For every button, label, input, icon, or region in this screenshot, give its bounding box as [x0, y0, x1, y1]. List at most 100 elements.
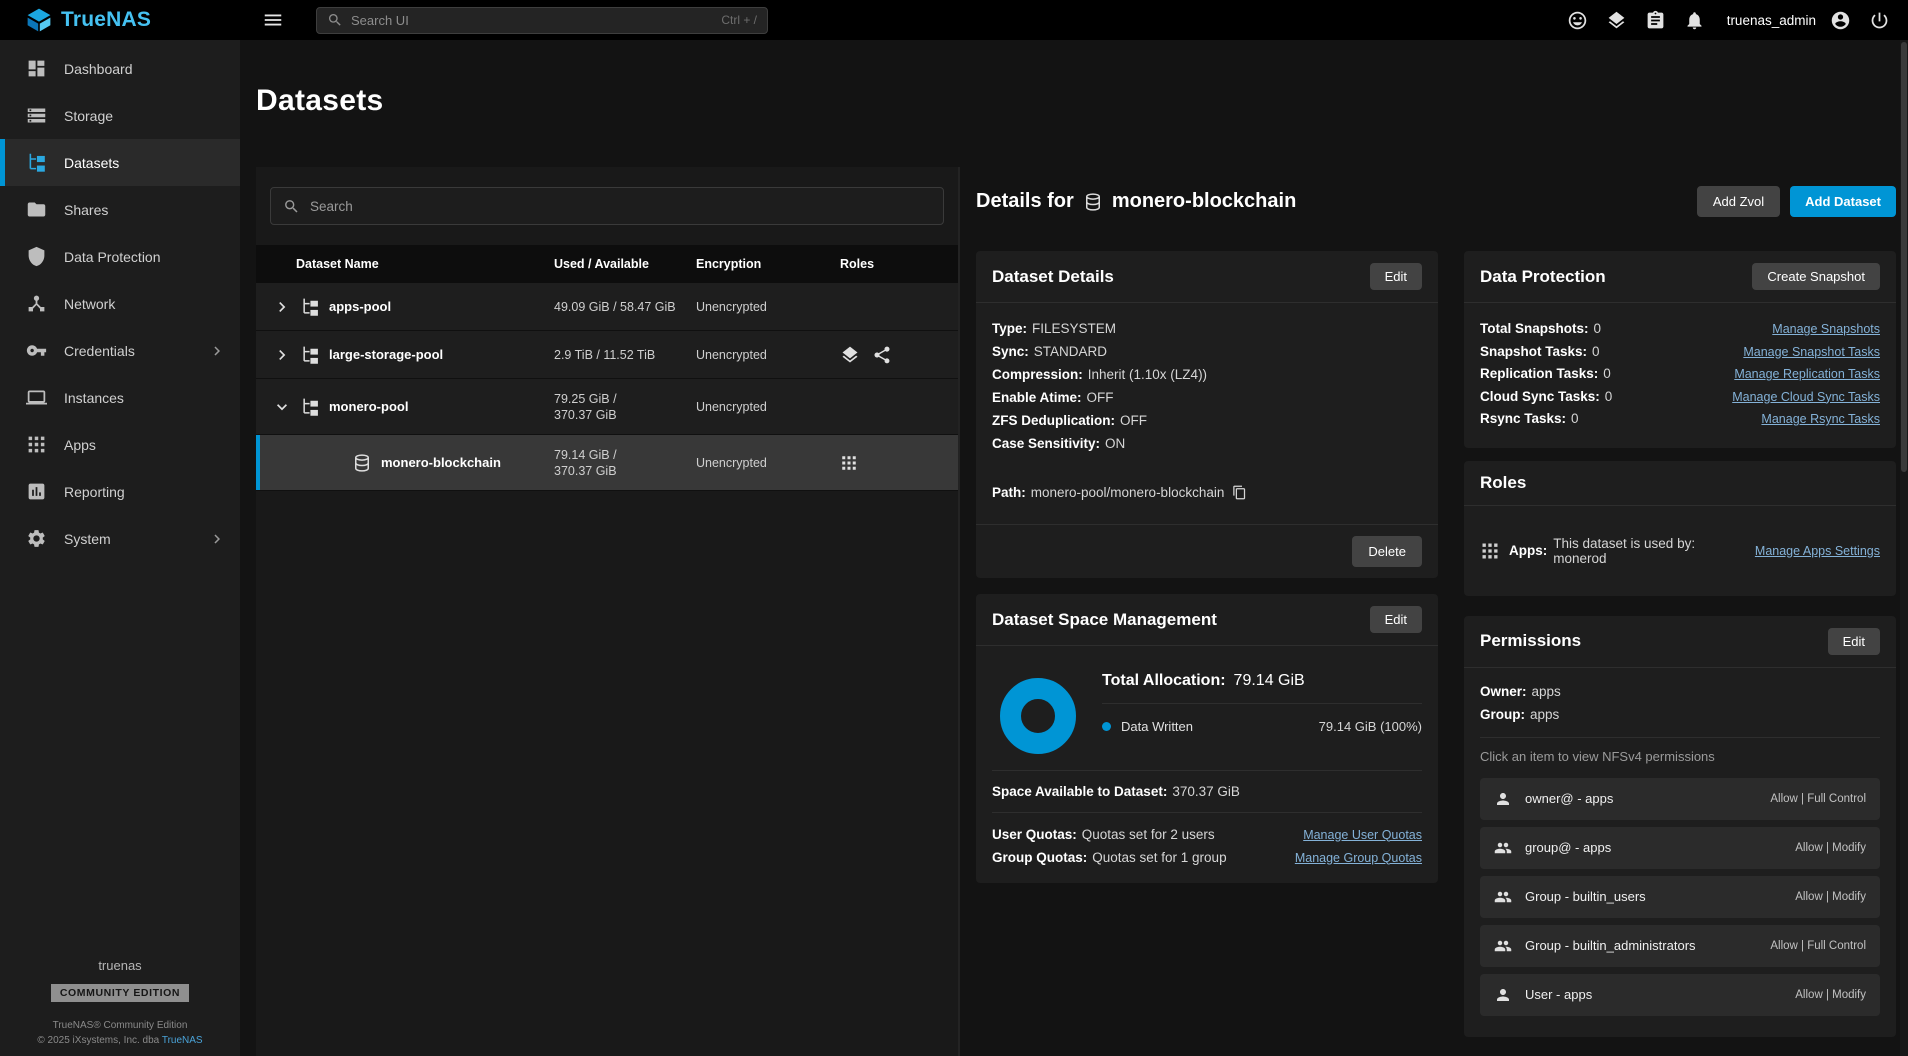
copyright: © 2025 iXsystems, Inc. dba TrueNAS [0, 1033, 240, 1048]
manage-group-quotas-link[interactable]: Manage Group Quotas [1295, 851, 1422, 865]
global-search-input[interactable] [351, 13, 713, 28]
card-title: Data Protection [1480, 267, 1606, 287]
cloud-sync-tasks-row: Cloud Sync Tasks:0Manage Cloud Sync Task… [1480, 386, 1880, 409]
sidebar-item-label: Apps [64, 437, 96, 453]
manage-rsync-tasks-link[interactable]: Manage Rsync Tasks [1761, 408, 1880, 431]
permission-entry-owner[interactable]: owner@ - apps Allow | Full Control [1480, 778, 1880, 820]
tasks-clipboard-icon[interactable] [1639, 4, 1672, 37]
expand-icon[interactable] [270, 343, 294, 367]
global-search[interactable]: Ctrl + / [316, 7, 768, 34]
group-quotas-row: Group Quotas: Quotas set for 1 group Man… [976, 846, 1438, 869]
total-snapshots-row: Total Snapshots:0Manage Snapshots [1480, 318, 1880, 341]
sidebar-item-label: Data Protection [64, 249, 161, 265]
permission-entry-builtin-users[interactable]: Group - builtin_users Allow | Modify [1480, 876, 1880, 918]
permissions-card: Permissions Edit Owner:apps Group:apps C… [1464, 616, 1896, 1037]
jobs-layers-icon[interactable] [1600, 4, 1633, 37]
edit-permissions-button[interactable]: Edit [1828, 628, 1880, 655]
sidebar-item-datasets[interactable]: Datasets [0, 139, 240, 186]
manage-user-quotas-link[interactable]: Manage User Quotas [1303, 828, 1422, 842]
manage-apps-settings-link[interactable]: Manage Apps Settings [1755, 544, 1880, 558]
table-header: Dataset Name Used / Available Encryption… [256, 245, 958, 283]
permission-entry-group[interactable]: group@ - apps Allow | Modify [1480, 827, 1880, 869]
dataset-search[interactable] [270, 187, 944, 225]
sidebar-item-system[interactable]: System [0, 515, 240, 562]
delete-dataset-button[interactable]: Delete [1352, 536, 1422, 567]
sidebar-item-label: Credentials [64, 343, 135, 359]
feedback-icon[interactable] [1561, 4, 1594, 37]
sidebar-item-label: System [64, 531, 111, 547]
search-icon [283, 198, 300, 215]
sidebar-item-network[interactable]: Network [0, 280, 240, 327]
dataset-tree-icon [300, 297, 320, 317]
copy-path-icon[interactable] [1232, 485, 1247, 500]
power-icon[interactable] [1863, 4, 1896, 37]
gear-icon [26, 528, 47, 549]
dataset-tree-icon [300, 345, 320, 365]
sidebar-item-credentials[interactable]: Credentials [0, 327, 240, 374]
layers-icon [840, 345, 860, 365]
dataset-row-monero-pool[interactable]: monero-pool 79.25 GiB / 370.37 GiB Unenc… [256, 379, 958, 435]
hamburger-icon [262, 9, 284, 31]
roles-card: Roles Apps: This dataset is used by: mon… [1464, 461, 1896, 596]
add-zvol-button[interactable]: Add Zvol [1697, 186, 1780, 217]
dashboard-icon [26, 58, 47, 79]
truenas-link[interactable]: TrueNAS [162, 1035, 203, 1046]
expand-icon[interactable] [270, 295, 294, 319]
encryption-state: Unencrypted [696, 400, 840, 414]
sidebar-item-instances[interactable]: Instances [0, 374, 240, 421]
collapse-icon[interactable] [270, 395, 294, 419]
user-quotas-row: User Quotas: Quotas set for 2 users Mana… [976, 823, 1438, 846]
permission-entry-builtin-administrators[interactable]: Group - builtin_administrators Allow | F… [1480, 925, 1880, 967]
menu-toggle-button[interactable] [256, 3, 290, 37]
panel-splitter[interactable] [958, 167, 960, 1056]
manage-cloud-sync-tasks-link[interactable]: Manage Cloud Sync Tasks [1732, 386, 1880, 409]
chevron-right-icon [208, 342, 226, 360]
person-icon [1494, 790, 1512, 808]
used-available: 79.14 GiB / 370.37 GiB [554, 447, 696, 479]
edit-dataset-details-button[interactable]: Edit [1370, 263, 1422, 290]
permission-entry-user-apps[interactable]: User - apps Allow | Modify [1480, 974, 1880, 1016]
edit-space-button[interactable]: Edit [1370, 606, 1422, 633]
roles-cell [840, 454, 958, 472]
sidebar-item-storage[interactable]: Storage [0, 92, 240, 139]
scrollbar-thumb[interactable] [1901, 42, 1907, 472]
sidebar-item-label: Reporting [64, 484, 125, 500]
alerts-bell-icon[interactable] [1678, 4, 1711, 37]
manage-snapshot-tasks-link[interactable]: Manage Snapshot Tasks [1743, 341, 1880, 364]
username: truenas_admin [1727, 13, 1816, 28]
edition-line: TrueNAS® Community Edition [0, 1018, 240, 1033]
person-icon [1494, 986, 1512, 1004]
legend-data-written: Data Written 79.14 GiB (100%) [1102, 704, 1422, 738]
manage-replication-tasks-link[interactable]: Manage Replication Tasks [1734, 363, 1880, 386]
sidebar-item-dashboard[interactable]: Dashboard [0, 45, 240, 92]
sidebar-item-shares[interactable]: Shares [0, 186, 240, 233]
sidebar-item-apps[interactable]: Apps [0, 421, 240, 468]
create-snapshot-button[interactable]: Create Snapshot [1752, 263, 1880, 290]
dataset-row-large-storage-pool[interactable]: large-storage-pool 2.9 TiB / 11.52 TiB U… [256, 331, 958, 379]
manage-snapshots-link[interactable]: Manage Snapshots [1772, 318, 1880, 341]
replication-tasks-row: Replication Tasks:0Manage Replication Ta… [1480, 363, 1880, 386]
dataset-row-monero-blockchain[interactable]: monero-blockchain 79.14 GiB / 370.37 GiB… [256, 435, 958, 491]
dataset-path: monero-pool/monero-blockchain [1031, 481, 1225, 504]
sidebar-item-label: Shares [64, 202, 108, 218]
database-icon [1083, 192, 1103, 212]
database-icon [352, 453, 372, 473]
truenas-logo[interactable]: TrueNAS [0, 7, 240, 33]
snapshot-tasks-row: Snapshot Tasks:0Manage Snapshot Tasks [1480, 341, 1880, 364]
card-title: Dataset Space Management [992, 610, 1217, 630]
sidebar-item-reporting[interactable]: Reporting [0, 468, 240, 515]
dataset-row-apps-pool[interactable]: apps-pool 49.09 GiB / 58.47 GiB Unencryp… [256, 283, 958, 331]
share-icon [872, 345, 892, 365]
column-used-available: Used / Available [554, 257, 696, 271]
space-donut-chart [1000, 678, 1076, 754]
dataset-search-input[interactable] [310, 199, 931, 214]
apps-grid-icon [1480, 541, 1500, 561]
account-icon[interactable] [1824, 4, 1857, 37]
folder-icon [26, 199, 47, 220]
sidebar: Dashboard Storage Datasets Shares Data P… [0, 40, 240, 1056]
add-dataset-button[interactable]: Add Dataset [1790, 186, 1896, 217]
page-title: Datasets [256, 84, 383, 118]
owner-line: Owner:apps [1480, 680, 1880, 703]
sidebar-item-data-protection[interactable]: Data Protection [0, 233, 240, 280]
card-title: Permissions [1480, 631, 1581, 651]
